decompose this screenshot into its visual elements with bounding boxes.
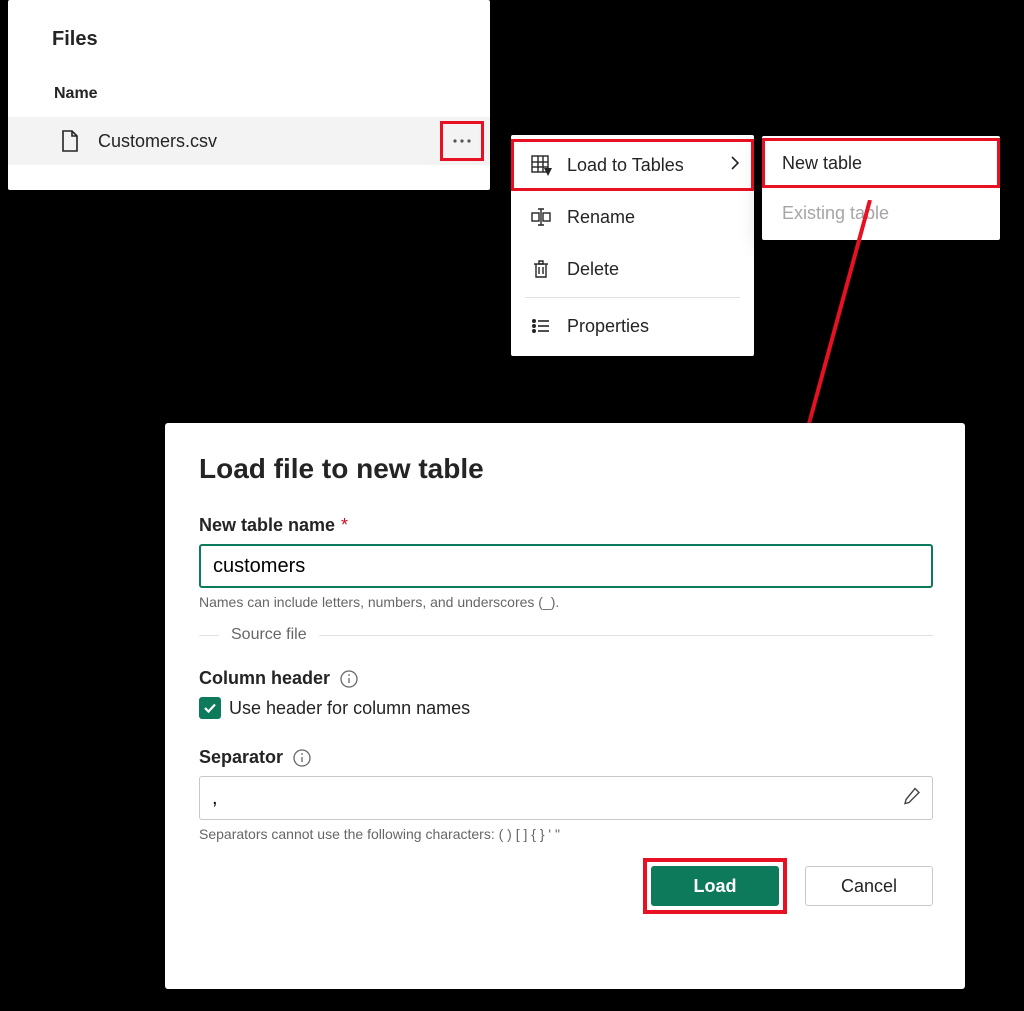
separator-input[interactable] <box>199 776 933 820</box>
load-button[interactable]: Load <box>651 866 779 906</box>
menu-item-label: Properties <box>567 316 649 337</box>
use-header-row[interactable]: Use header for column names <box>199 697 933 719</box>
menu-item-delete[interactable]: Delete <box>511 243 754 295</box>
ellipsis-icon <box>452 138 472 144</box>
submenu-item-new-table[interactable]: New table <box>762 138 1000 188</box>
separator-hint: Separators cannot use the following char… <box>199 826 933 842</box>
submenu-item-existing-table: Existing table <box>762 188 1000 238</box>
files-title: Files <box>8 28 490 51</box>
use-header-label: Use header for column names <box>229 698 470 719</box>
menu-separator <box>525 297 740 298</box>
annotation-highlight-load: Load <box>643 858 787 914</box>
separator-label: Separator <box>199 747 933 768</box>
submenu: New table Existing table <box>762 136 1000 240</box>
chevron-right-icon <box>730 155 740 176</box>
menu-item-label: Rename <box>567 207 635 228</box>
rename-icon <box>529 205 553 229</box>
cancel-button[interactable]: Cancel <box>805 866 933 906</box>
info-icon[interactable] <box>340 670 358 688</box>
name-hint: Names can include letters, numbers, and … <box>199 594 933 610</box>
menu-item-label: Delete <box>567 259 619 280</box>
column-header-name: Name <box>8 85 490 103</box>
info-icon[interactable] <box>293 749 311 767</box>
context-menu: Load to Tables Rename Delete Prop <box>511 135 754 356</box>
menu-item-properties[interactable]: Properties <box>511 300 754 352</box>
submenu-item-label: Existing table <box>782 203 889 224</box>
edit-icon[interactable] <box>903 787 921 810</box>
more-actions-button[interactable] <box>440 121 484 161</box>
checkbox-checked-icon[interactable] <box>199 697 221 719</box>
menu-item-load-to-tables[interactable]: Load to Tables <box>511 139 754 191</box>
new-table-name-label: New table name * <box>199 515 933 536</box>
section-source-file: Source file <box>199 626 933 644</box>
dialog-buttons: Load Cancel <box>199 858 933 914</box>
properties-icon <box>529 314 553 338</box>
trash-icon <box>529 257 553 281</box>
file-name: Customers.csv <box>98 131 440 152</box>
column-header-label: Column header <box>199 668 933 689</box>
file-row[interactable]: Customers.csv <box>8 117 490 165</box>
table-load-icon <box>529 153 553 177</box>
document-icon <box>60 129 80 153</box>
new-table-name-input[interactable] <box>199 544 933 588</box>
submenu-item-label: New table <box>782 153 862 174</box>
menu-item-label: Load to Tables <box>567 155 684 176</box>
files-panel: Files Name Customers.csv <box>8 0 490 190</box>
menu-item-rename[interactable]: Rename <box>511 191 754 243</box>
load-table-dialog: Load file to new table New table name * … <box>165 423 965 989</box>
required-asterisk: * <box>341 515 348 536</box>
dialog-title: Load file to new table <box>199 453 933 485</box>
